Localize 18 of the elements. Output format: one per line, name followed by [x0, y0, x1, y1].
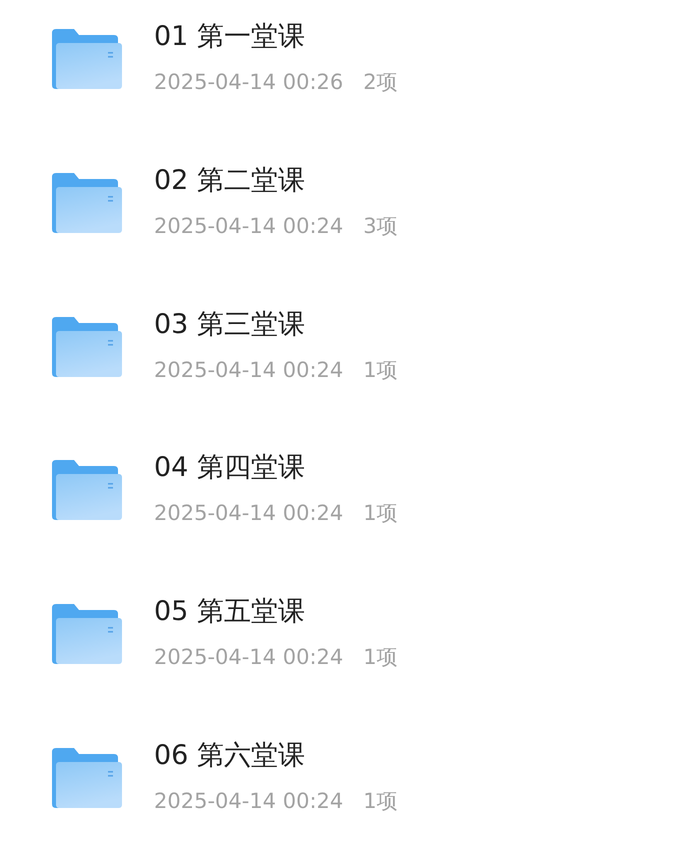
- folder-name: 01 第一堂课: [154, 20, 306, 54]
- modified-date: 2025-04-14 00:24: [154, 212, 344, 240]
- folder-name: 02 第二堂课: [154, 164, 306, 198]
- modified-date: 2025-04-14 00:24: [154, 500, 344, 528]
- modified-date: 2025-04-14 00:24: [154, 644, 344, 672]
- modified-date: 2025-04-14 00:26: [154, 69, 344, 96]
- item-count: 1项: [363, 788, 398, 816]
- folder-name: 05 第五堂课: [154, 595, 306, 630]
- modified-date: 2025-04-14 00:24: [154, 356, 344, 384]
- item-count: 1项: [363, 500, 398, 528]
- folder-name: 06 第六堂课: [154, 739, 306, 774]
- item-count: 3项: [363, 212, 398, 240]
- item-count: 1项: [363, 644, 398, 672]
- modified-date: 2025-04-14 00:24: [154, 788, 344, 816]
- folder-name: 04 第四堂课: [154, 451, 306, 486]
- folder-name: 03 第三堂课: [154, 308, 306, 342]
- item-count: 2项: [363, 69, 398, 96]
- item-count: 1项: [363, 356, 398, 384]
